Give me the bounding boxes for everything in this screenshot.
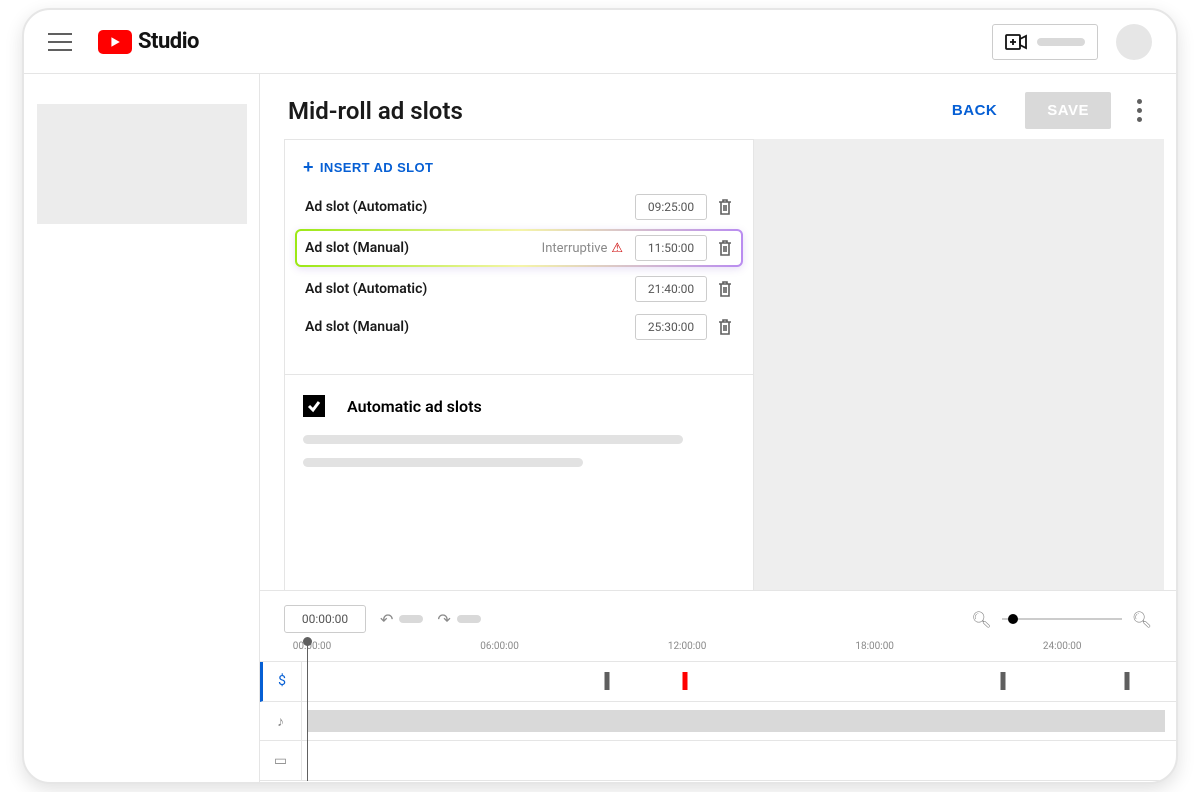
ad-marker[interactable] [604, 672, 609, 690]
logo-text: Studio [138, 29, 199, 54]
plus-icon: + [303, 158, 314, 176]
ad-slot-row[interactable]: Ad slot (Automatic)09:25:00 [303, 188, 735, 226]
ad-slot-name: Ad slot (Automatic) [305, 199, 635, 215]
undo-button[interactable]: ↶ [380, 610, 423, 629]
placeholder-line [1037, 38, 1085, 46]
ad-slot-name: Ad slot (Manual) [305, 319, 635, 335]
preview-pane [754, 139, 1164, 590]
redo-button[interactable]: ↷ [437, 610, 480, 629]
ad-slot-row[interactable]: Ad slot (Manual)Interruptive ⚠ 11:50:00 [295, 229, 743, 267]
insert-ad-slot-button[interactable]: + INSERT AD SLOT [303, 158, 433, 176]
zoom-slider[interactable] [1002, 618, 1122, 620]
ad-slot-time-input[interactable]: 09:25:00 [635, 194, 707, 220]
ad-slot-name: Ad slot (Manual) [305, 240, 542, 256]
track-ads[interactable]: $ [260, 662, 302, 702]
timeline-track-video[interactable] [302, 741, 1176, 781]
timeline-track-ads[interactable] [302, 662, 1176, 702]
delete-icon[interactable] [717, 198, 733, 216]
video-thumbnail[interactable] [37, 104, 247, 224]
ad-slot-row[interactable]: Ad slot (Manual)25:30:00 [303, 308, 735, 346]
ad-marker[interactable] [1001, 672, 1006, 690]
more-menu[interactable] [1131, 93, 1148, 128]
timeline-tick: 06:00:00 [480, 641, 519, 652]
automatic-ad-slots-label: Automatic ad slots [347, 397, 482, 416]
automatic-ad-slots-checkbox[interactable] [303, 395, 325, 417]
timeline-track-audio[interactable] [302, 702, 1176, 742]
create-button[interactable] [992, 24, 1098, 60]
delete-icon[interactable] [717, 280, 733, 298]
avatar[interactable] [1116, 24, 1152, 60]
placeholder-line [303, 458, 583, 467]
ad-marker[interactable] [1125, 672, 1130, 690]
ad-slot-row[interactable]: Ad slot (Automatic)21:40:00 [303, 270, 735, 308]
timeline-time-input[interactable]: 00:00:00 [284, 605, 366, 633]
sidebar [24, 74, 260, 782]
ad-marker[interactable] [683, 672, 688, 690]
create-video-icon [1005, 34, 1027, 50]
delete-icon[interactable] [717, 239, 733, 257]
timeline-tick: 24:00:00 [1043, 641, 1082, 652]
track-video[interactable]: ▭ [260, 741, 302, 781]
timeline-tick: 00:00:00 [293, 641, 332, 652]
page-title: Mid-roll ad slots [288, 97, 952, 125]
warning-icon: ⚠ [611, 241, 623, 256]
insert-label: INSERT AD SLOT [320, 160, 433, 175]
ad-slot-name: Ad slot (Automatic) [305, 281, 635, 297]
ad-slot-time-input[interactable]: 11:50:00 [635, 235, 707, 261]
timeline-ruler[interactable]: 00:00:0006:00:0012:00:0018:00:0024:00:00 [312, 641, 1156, 661]
placeholder-line [303, 435, 683, 444]
playhead[interactable] [307, 642, 308, 781]
ad-slot-tag: Interruptive ⚠ [542, 241, 623, 256]
youtube-icon [98, 30, 132, 54]
save-button[interactable]: SAVE [1025, 92, 1111, 129]
zoom-in-icon[interactable]: 🔍︎ [1132, 610, 1152, 629]
timeline-tick: 18:00:00 [855, 641, 894, 652]
hamburger-menu[interactable] [48, 33, 72, 51]
timeline-tick: 12:00:00 [668, 641, 707, 652]
ad-slot-time-input[interactable]: 21:40:00 [635, 276, 707, 302]
zoom-out-icon[interactable]: 🔍︎ [971, 610, 991, 629]
audio-clip[interactable] [307, 710, 1165, 733]
back-button[interactable]: BACK [952, 102, 997, 119]
logo[interactable]: Studio [98, 29, 199, 54]
track-audio[interactable]: ♪ [260, 702, 302, 742]
delete-icon[interactable] [717, 318, 733, 336]
ad-slot-time-input[interactable]: 25:30:00 [635, 314, 707, 340]
